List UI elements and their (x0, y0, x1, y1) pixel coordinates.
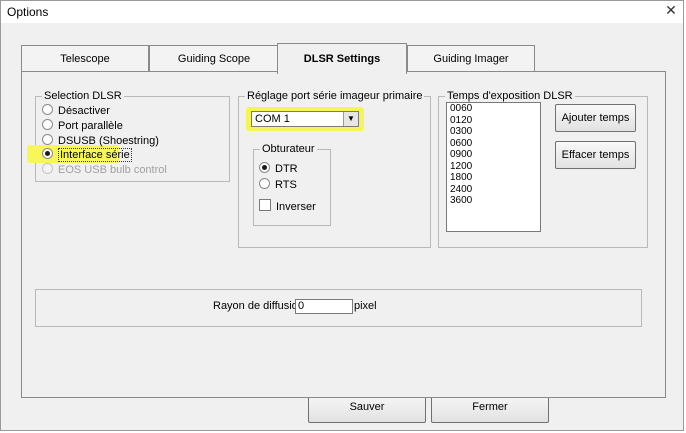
radio-dsusb[interactable]: DSUSB (Shoestring) (42, 134, 159, 148)
list-item[interactable]: 0060 (447, 103, 540, 115)
radio-label-desactiver: Désactiver (58, 105, 110, 117)
list-item[interactable]: 0600 (447, 138, 540, 150)
tab-guiding-imager[interactable]: Guiding Imager (407, 45, 535, 72)
diffusion-radius-input[interactable]: 0 (295, 299, 353, 314)
diffusion-label: Rayon de diffusion: (213, 300, 307, 312)
radio-label-port-parallele: Port parallèle (58, 120, 123, 132)
tab-telescope[interactable]: Telescope (21, 45, 149, 72)
diffusion-unit: pixel (354, 300, 377, 312)
radio-label-dsusb: DSUSB (Shoestring) (58, 135, 159, 147)
radio-desactiver[interactable]: Désactiver (42, 104, 110, 118)
selection-dlsr-legend: Selection DLSR (42, 90, 124, 102)
radio-eos-usb: EOS USB bulb control (42, 163, 167, 177)
com-port-select[interactable]: COM 1 ▼ (251, 111, 359, 127)
radio-label-dtr: DTR (275, 163, 298, 175)
exposure-legend: Temps d'exposition DLSR (445, 90, 575, 102)
radio-indicator[interactable] (259, 178, 270, 189)
close-icon[interactable]: ✕ (661, 1, 681, 19)
window-title: Options (7, 5, 49, 19)
radio-label-rts: RTS (275, 179, 297, 191)
radio-indicator[interactable] (42, 104, 53, 115)
radio-label-eos-usb: EOS USB bulb control (58, 164, 167, 176)
tab-dlsr-settings[interactable]: DLSR Settings (277, 43, 407, 74)
radio-indicator-selected[interactable] (42, 148, 53, 159)
list-item[interactable]: 0900 (447, 149, 540, 161)
exposure-times-list[interactable]: 0060 0120 0300 0600 0900 1200 1800 2400 … (446, 102, 541, 232)
radio-interface-serie[interactable]: Interface série (42, 148, 132, 162)
radio-indicator[interactable] (42, 119, 53, 130)
radio-indicator-selected[interactable] (259, 162, 270, 173)
list-item[interactable]: 1800 (447, 172, 540, 184)
com-port-value: COM 1 (255, 113, 290, 125)
list-item[interactable]: 3600 (447, 195, 540, 207)
invert-label: Inverser (276, 201, 316, 213)
invert-checkbox[interactable]: Inverser (259, 199, 316, 213)
radio-rts[interactable]: RTS (259, 178, 297, 192)
list-item[interactable]: 1200 (447, 161, 540, 173)
add-time-button[interactable]: Ajouter temps (555, 104, 636, 132)
radio-label-interface-serie: Interface série (58, 148, 132, 162)
serial-port-legend: Réglage port série imageur primaire (245, 90, 425, 102)
title-bar: Options ✕ (1, 1, 683, 23)
list-item[interactable]: 2400 (447, 184, 540, 196)
radio-indicator[interactable] (42, 134, 53, 145)
shutter-legend: Obturateur (260, 143, 317, 155)
radio-port-parallele[interactable]: Port parallèle (42, 119, 123, 133)
tab-guiding-scope[interactable]: Guiding Scope (149, 45, 279, 72)
list-item[interactable]: 0300 (447, 126, 540, 138)
options-window: Options ✕ Telescope Guiding Scope DLSR S… (0, 0, 684, 431)
list-item[interactable]: 0120 (447, 115, 540, 127)
chevron-down-icon[interactable]: ▼ (343, 112, 358, 126)
clear-time-button[interactable]: Effacer temps (555, 141, 636, 169)
radio-dtr[interactable]: DTR (259, 162, 298, 176)
checkbox-box[interactable] (259, 199, 271, 211)
radio-indicator-disabled (42, 163, 53, 174)
